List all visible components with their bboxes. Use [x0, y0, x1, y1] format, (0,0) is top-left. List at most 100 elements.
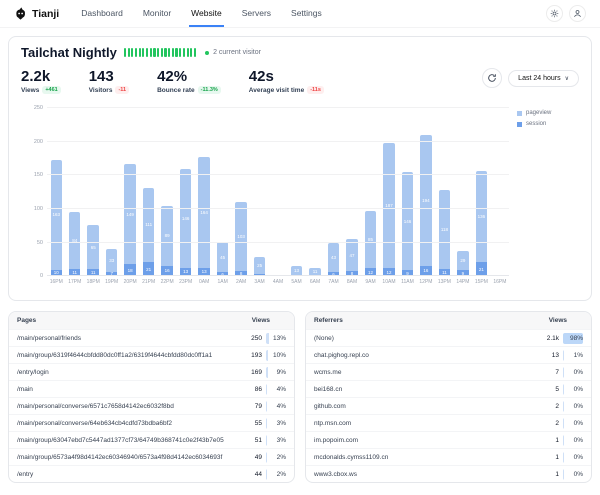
row-views: 169 [236, 369, 262, 376]
row-percent: 0% [563, 367, 583, 378]
stat-meta: Average visit time-11s [249, 86, 324, 94]
chart-bar[interactable]: 1469 [402, 172, 413, 276]
table-row[interactable]: /main/group/63047ebd7c5447ad1377cf73/647… [9, 431, 294, 448]
row-views: 49 [236, 454, 262, 461]
chart-bar[interactable]: 16310 [51, 160, 62, 276]
table-row[interactable]: github.com20% [306, 397, 591, 414]
table-row[interactable]: chat.pighog.repl.co131% [306, 346, 591, 363]
chart-bar[interactable]: 6511 [87, 225, 98, 276]
chart-bar[interactable]: 436 [328, 243, 339, 276]
chart-slot-16PM: 16PM [491, 108, 509, 276]
pages-table-header: PagesViews [9, 312, 294, 329]
health-bar-tick [183, 48, 185, 57]
chart-bar[interactable]: 8411 [69, 212, 80, 276]
chart-bar[interactable]: 337 [106, 249, 117, 276]
chart-bar[interactable]: 18712 [383, 143, 394, 277]
percent-text: 98% [570, 335, 583, 342]
pageview-segment: 13 [291, 266, 302, 275]
table-row[interactable]: /main/personal/friends25013% [9, 329, 294, 346]
brand[interactable]: Tianji [14, 7, 59, 20]
row-percent: 2% [266, 452, 286, 463]
chart-bar[interactable]: 299 [457, 251, 468, 277]
percent-fill-bar [563, 401, 564, 412]
refresh-icon [487, 73, 497, 83]
nav-item-website[interactable]: Website [189, 0, 224, 27]
row-percent: 0% [563, 469, 583, 480]
nav-item-servers[interactable]: Servers [240, 0, 273, 27]
table-row[interactable]: (None)2.1k98% [306, 329, 591, 346]
table-row[interactable]: /main/personal/converse/64eb634cb4cdfd73… [9, 414, 294, 431]
table-row[interactable]: bei168.cn50% [306, 380, 591, 397]
column-header-label: Referrers [314, 317, 533, 324]
x-axis-label: 3AM [254, 279, 264, 285]
percent-fill-bar [563, 452, 564, 463]
chart-slot-13PM: 1181113PM [435, 108, 453, 276]
table-row[interactable]: ntp.msn.com20% [306, 414, 591, 431]
refresh-button[interactable] [482, 68, 502, 88]
stats-row: 2.2kViews+461143Visitors-1142%Bounce rat… [21, 68, 579, 94]
health-bar-tick [131, 48, 133, 57]
table-row[interactable]: im.popoim.com10% [306, 431, 591, 448]
chart-legend: pageview session [517, 110, 579, 127]
user-icon [573, 9, 582, 18]
pageview-segment: 146 [402, 172, 413, 270]
chart-slot-2AM: 10382AM [232, 108, 250, 276]
pageview-segment: 65 [87, 225, 98, 269]
percent-text: 2% [277, 454, 286, 461]
pageview-segment: 118 [439, 190, 450, 269]
percent-text: 9% [277, 369, 286, 376]
x-axis-label: 20PM [124, 279, 137, 285]
online-dot-icon [205, 51, 209, 55]
table-row[interactable]: /main/group/6573a4f98d4142ec60346940/657… [9, 448, 294, 465]
pageview-segment: 163 [51, 160, 62, 270]
table-row[interactable]: /entry442% [9, 465, 294, 482]
chart-bars: 1631016PM841117PM651118PM33719PM1491820P… [47, 108, 509, 276]
nav-item-dashboard[interactable]: Dashboard [79, 0, 125, 27]
x-axis-label: 13PM [438, 279, 451, 285]
table-row[interactable]: www3.cbox.ws10% [306, 465, 591, 482]
chart-bar[interactable]: 1038 [235, 202, 246, 277]
user-menu-button[interactable] [569, 5, 586, 22]
chart-bar[interactable]: 25 [254, 257, 265, 276]
chart-bar[interactable]: 14613 [180, 169, 191, 276]
percent-text: 0% [574, 420, 583, 427]
table-row[interactable]: /main/group/6319f4644cbfdd80dc0ff1a2/631… [9, 346, 294, 363]
legend-item-pageview[interactable]: pageview [517, 110, 579, 116]
legend-item-session[interactable]: session [517, 121, 579, 127]
table-row[interactable]: /main/personal/converse/6571c7658d4142ec… [9, 397, 294, 414]
chart-bar[interactable]: 11811 [439, 190, 450, 277]
pageview-segment: 47 [346, 239, 357, 271]
chart-bar[interactable]: 11121 [143, 188, 154, 277]
table-row[interactable]: /main864% [9, 380, 294, 397]
nav-item-settings[interactable]: Settings [289, 0, 324, 27]
session-value: 13 [183, 269, 188, 274]
x-axis-label: 1AM [217, 279, 227, 285]
row-views: 7 [533, 369, 559, 376]
date-range-select[interactable]: Last 24 hours ∨ [508, 70, 579, 87]
table-row[interactable]: mcdonalds.cymss1109.cn10% [306, 448, 591, 465]
stat-average-visit-time: 42sAverage visit time-11s [249, 68, 324, 94]
pageview-value: 11 [313, 269, 318, 274]
percent-text: 4% [277, 403, 286, 410]
session-value: 13 [202, 269, 207, 274]
row-views: 2 [533, 420, 559, 427]
table-row[interactable]: /entry/login1699% [9, 363, 294, 380]
x-axis-label: 22PM [161, 279, 174, 285]
theme-toggle-button[interactable] [546, 5, 563, 22]
table-row[interactable]: wcms.me70% [306, 363, 591, 380]
health-bar-tick [164, 48, 166, 57]
chart-slot-9AM: 85129AM [361, 108, 379, 276]
chart-bar[interactable]: 19416 [420, 135, 431, 276]
percent-text: 0% [574, 454, 583, 461]
percent-text: 10% [273, 352, 286, 359]
chart-bar[interactable]: 14918 [124, 164, 135, 276]
chart-bar[interactable]: 13621 [476, 171, 487, 277]
chart-bar[interactable]: 8512 [365, 211, 376, 276]
chart-bar[interactable]: 478 [346, 239, 357, 276]
gridline-100 [47, 208, 509, 209]
nav-item-monitor[interactable]: Monitor [141, 0, 173, 27]
chart-slot-20PM: 1491820PM [121, 108, 139, 276]
pageview-segment: 111 [143, 188, 154, 263]
chart-bar[interactable]: 456 [217, 242, 228, 276]
stat-delta-badge: -11.3% [198, 86, 221, 94]
